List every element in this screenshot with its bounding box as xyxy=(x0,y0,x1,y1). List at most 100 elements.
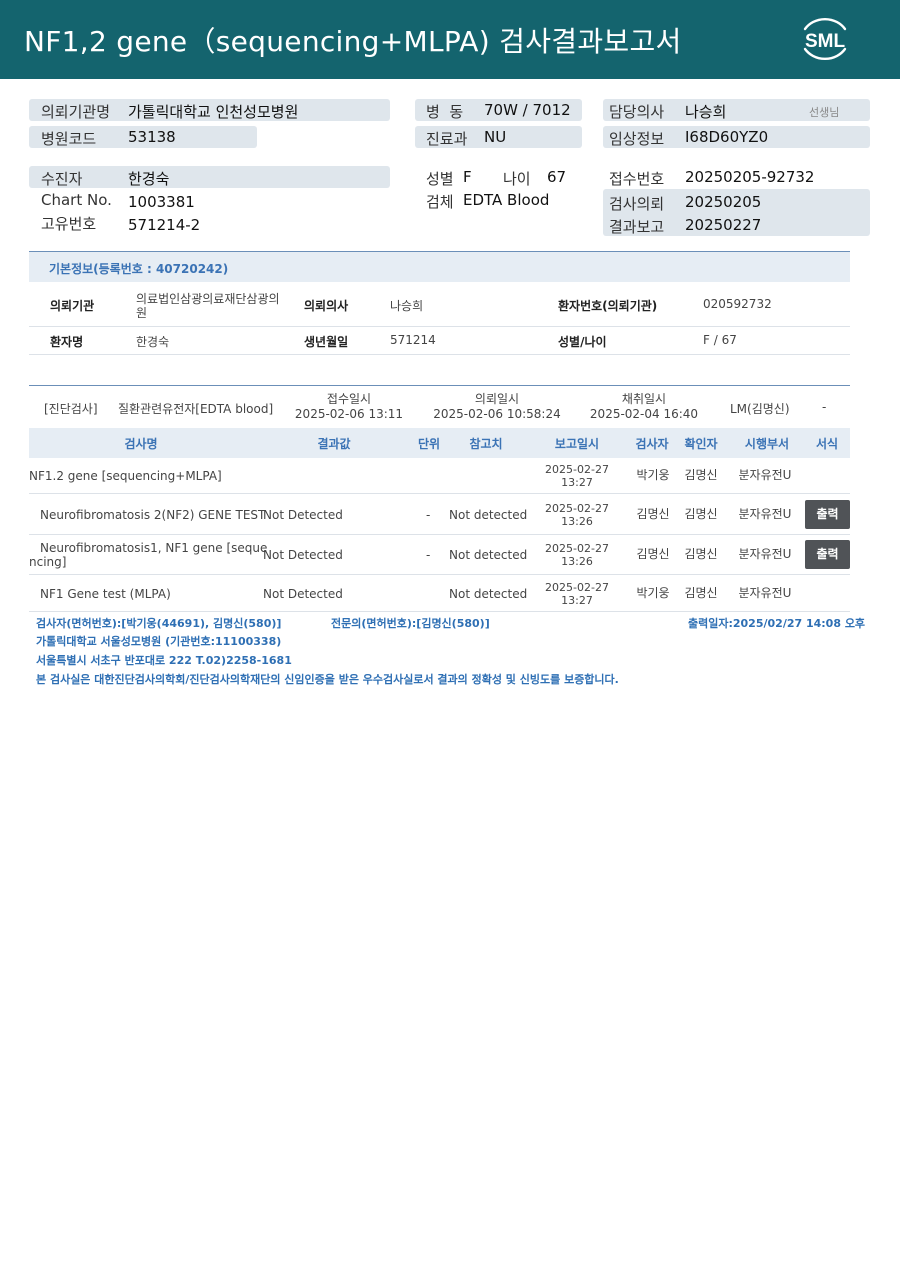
row-report-date: 2025-02-27 xyxy=(545,581,609,594)
basic-name-key: 환자명 xyxy=(50,335,84,349)
patient-label: 수진자 xyxy=(41,170,83,188)
sex-value: F xyxy=(463,168,472,186)
row-reference: Not detected xyxy=(449,508,528,522)
th-confirmer: 확인자 xyxy=(684,437,718,451)
print-button[interactable]: 출력 xyxy=(805,500,850,529)
footer-printed: 출력일자:2025/02/27 14:08 오후 xyxy=(688,617,866,630)
row-dept: 분자유전U xyxy=(738,586,792,600)
basic-bottom-divider xyxy=(29,354,850,355)
row-report-time: 13:27 xyxy=(561,476,593,489)
footer-certification: 본 검사실은 대한진단검사의학회/진단검사의학재단의 신임인증을 받은 우수검사… xyxy=(36,673,619,686)
hospital-code-value: 53138 xyxy=(128,128,176,146)
hospital-code-label: 병원코드 xyxy=(41,130,97,148)
report-header: NF1,2 gene（sequencing+MLPA) 검사결과보고서 SML xyxy=(0,0,900,79)
row-test-name-cont: ncing] xyxy=(29,555,67,569)
row-report-time: 13:26 xyxy=(561,515,593,528)
footer-address: 서울특별시 서초구 반포대로 222 T.02)2258-1681 xyxy=(36,654,292,667)
row-report-time: 13:27 xyxy=(561,594,593,607)
dept-label: 진료과 xyxy=(426,130,468,148)
row-unit: - xyxy=(426,548,431,562)
row-divider xyxy=(29,611,850,612)
row-divider xyxy=(29,493,850,494)
clinical-value: I68D60YZ0 xyxy=(685,128,769,146)
row-dept: 분자유전U xyxy=(738,507,792,521)
row-dept: 분자유전U xyxy=(738,468,792,482)
uid-value: 571214-2 xyxy=(128,216,201,234)
row-result: Not Detected xyxy=(263,587,343,601)
row-unit: - xyxy=(426,508,431,522)
age-value: 67 xyxy=(547,168,567,186)
request-label: 검사의뢰 xyxy=(609,195,665,213)
row-report-date: 2025-02-27 xyxy=(545,463,609,476)
basic-info-header: 기본정보(등록번호 : 40720242) xyxy=(29,252,850,282)
chart-value: 1003381 xyxy=(128,193,195,211)
row-result: Not Detected xyxy=(263,548,343,562)
report-title: NF1,2 gene（sequencing+MLPA) 검사결과보고서 xyxy=(24,25,682,58)
th-form: 서식 xyxy=(815,437,839,451)
basic-doc-value: 나승희 xyxy=(390,299,424,313)
institution-label: 의뢰기관명 xyxy=(41,103,111,121)
basic-row-divider xyxy=(29,326,850,327)
footer-specialist: 전문의(면허번호):[김명신(580)] xyxy=(331,617,490,630)
th-department: 시행부서 xyxy=(744,437,790,451)
basic-name-value: 한경숙 xyxy=(136,335,170,349)
basic-dob-key: 생년월일 xyxy=(304,335,349,349)
basic-inst-value-1: 의료법인삼광의료재단삼광의 xyxy=(136,292,280,306)
basic-sexage-key: 성별/나이 xyxy=(558,335,607,349)
row-tester: 김명신 xyxy=(636,547,670,561)
row-tester: 박기웅 xyxy=(636,586,670,600)
th-unit: 단위 xyxy=(417,437,441,451)
diag-name: 질환관련유전자[EDTA blood] xyxy=(118,402,274,416)
diag-collected: 2025-02-04 16:40 xyxy=(589,407,699,421)
basic-pno-key: 환자번호(의뢰기관) xyxy=(558,299,658,313)
dept-value: NU xyxy=(484,128,507,146)
footer-hospital: 가톨릭대학교 서울성모병원 (기관번호:11100338) xyxy=(36,635,282,648)
row-divider xyxy=(29,574,850,575)
receipt-label: 접수번호 xyxy=(609,170,665,188)
patient-pill xyxy=(29,166,390,188)
diag-received-label: 접수일시 xyxy=(326,392,372,406)
basic-sexage-value: F / 67 xyxy=(703,333,737,347)
results-table-header: 검사명 결과값 단위 참고치 보고일시 검사자 확인자 시행부서 서식 xyxy=(29,428,850,458)
logo-text: SML xyxy=(805,31,846,52)
th-report-date: 보고일시 xyxy=(554,437,600,451)
row-report-date: 2025-02-27 xyxy=(545,542,609,555)
th-result: 결과값 xyxy=(317,437,351,451)
basic-pno-value: 020592732 xyxy=(703,297,772,311)
patient-value: 한경숙 xyxy=(128,170,170,188)
basic-inst-key: 의뢰기관 xyxy=(50,299,95,313)
row-result: Not Detected xyxy=(263,508,343,522)
row-test-name: NF1 Gene test (MLPA) xyxy=(40,587,171,601)
row-reference: Not detected xyxy=(449,548,528,562)
age-label: 나이 xyxy=(503,170,531,188)
row-reference: Not detected xyxy=(449,587,528,601)
doctor-label: 담당의사 xyxy=(609,103,665,121)
row-test-name: Neurofibromatosis1, NF1 gene [seque xyxy=(40,541,268,555)
basic-doc-key: 의뢰의사 xyxy=(304,299,349,313)
basic-inst-value-2: 원 xyxy=(136,306,148,320)
th-test-name: 검사명 xyxy=(124,437,158,451)
chart-label: Chart No. xyxy=(41,191,112,209)
row-confirmer: 김명신 xyxy=(684,547,718,561)
sex-label: 성별 xyxy=(426,170,454,188)
diag-received: 2025-02-06 13:11 xyxy=(294,407,404,421)
specimen-label: 검체 xyxy=(426,193,454,211)
row-test-name: NF1.2 gene [sequencing+MLPA] xyxy=(29,469,222,483)
diag-type: [진단검사] xyxy=(44,402,98,416)
row-confirmer: 김명신 xyxy=(684,468,718,482)
specimen-value: EDTA Blood xyxy=(463,191,550,209)
row-confirmer: 김명신 xyxy=(684,586,718,600)
diag-divider xyxy=(29,385,850,386)
row-report-time: 13:26 xyxy=(561,555,593,568)
basic-dob-value: 571214 xyxy=(390,333,436,347)
row-divider xyxy=(29,534,850,535)
institution-value: 가톨릭대학교 인천성모병원 xyxy=(128,103,299,121)
diag-dash: - xyxy=(822,400,827,414)
th-tester: 검사자 xyxy=(635,437,669,451)
receipt-value: 20250205-92732 xyxy=(685,168,815,186)
doctor-suffix: 선생님 xyxy=(809,106,840,119)
print-button[interactable]: 출력 xyxy=(805,540,850,569)
th-reference: 참고치 xyxy=(469,437,503,451)
row-test-name: Neurofibromatosis 2(NF2) GENE TEST xyxy=(40,508,266,522)
ward-label: 병 동 xyxy=(426,103,464,121)
